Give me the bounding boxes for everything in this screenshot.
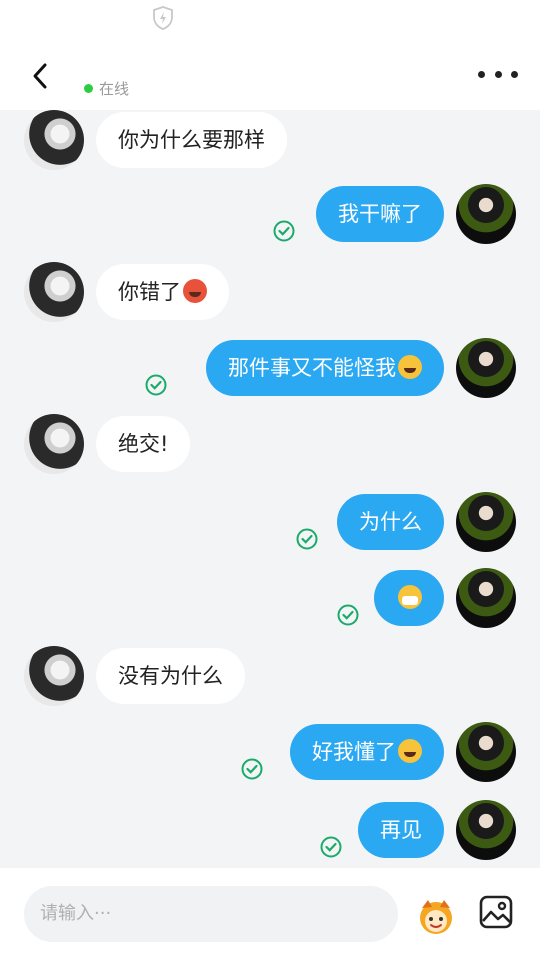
- online-status: 在线: [84, 78, 129, 98]
- my-avatar[interactable]: [456, 568, 516, 628]
- input-bar: 请输入···: [0, 868, 540, 960]
- contact-avatar[interactable]: [24, 110, 84, 170]
- image-icon[interactable]: [478, 894, 514, 930]
- message-text: 绝交!: [118, 432, 169, 456]
- read-check-icon: [145, 374, 167, 396]
- shield-bolt-icon: [153, 6, 173, 30]
- more-options-button[interactable]: [478, 62, 518, 86]
- message-bubble[interactable]: 你为什么要那样: [96, 112, 287, 168]
- message-text: 为什么: [359, 510, 422, 534]
- read-check-icon: [337, 604, 359, 626]
- message-row-incoming: 你为什么要那样: [0, 110, 540, 170]
- read-check-icon: [320, 836, 342, 858]
- my-avatar[interactable]: [456, 492, 516, 552]
- message-row-outgoing: 我干嘛了: [0, 184, 540, 244]
- my-avatar[interactable]: [456, 800, 516, 860]
- sticker-face-icon[interactable]: [414, 894, 458, 938]
- message-row-incoming: 绝交!: [0, 414, 540, 474]
- message-row-outgoing: 再见: [0, 800, 540, 860]
- message-text: 那件事又不能怪我: [228, 356, 396, 380]
- contact-avatar[interactable]: [24, 262, 84, 322]
- message-bubble[interactable]: 再见: [358, 802, 444, 858]
- my-avatar[interactable]: [456, 722, 516, 782]
- contact-avatar[interactable]: [24, 646, 84, 706]
- crying-face-emoji: [398, 739, 422, 763]
- read-check-icon: [296, 528, 318, 550]
- message-bubble[interactable]: 没有为什么: [96, 648, 245, 704]
- message-text: 你为什么要那样: [118, 128, 265, 152]
- message-text: 没有为什么: [118, 664, 223, 688]
- contact-avatar[interactable]: [24, 414, 84, 474]
- message-row-incoming: 没有为什么: [0, 646, 540, 706]
- message-row-incoming: 你错了: [0, 262, 540, 322]
- laughing-tears-emoji: [398, 355, 422, 379]
- more-dot: [511, 70, 518, 78]
- chevron-left-icon: [33, 63, 47, 89]
- message-bubble[interactable]: 好我懂了: [290, 724, 444, 780]
- message-row-outgoing: 好我懂了: [0, 722, 540, 782]
- message-text: 你错了: [118, 280, 181, 304]
- online-dot: [84, 83, 93, 93]
- back-button[interactable]: [22, 58, 58, 94]
- message-bubble[interactable]: 为什么: [337, 494, 444, 550]
- message-row-outgoing: [0, 568, 540, 628]
- message-bubble[interactable]: 我干嘛了: [316, 186, 444, 242]
- message-text: 再见: [380, 818, 422, 842]
- angry-face-emoji: [183, 279, 207, 303]
- my-avatar[interactable]: [456, 184, 516, 244]
- mask-face-emoji: [398, 585, 422, 609]
- read-check-icon: [241, 758, 263, 780]
- message-bubble[interactable]: 那件事又不能怪我: [206, 340, 444, 396]
- online-text: 在线: [99, 79, 130, 98]
- message-bubble[interactable]: [374, 570, 444, 626]
- message-text: 好我懂了: [312, 740, 396, 764]
- message-row-outgoing: 为什么: [0, 492, 540, 552]
- more-dot: [494, 70, 502, 78]
- message-row-outgoing: 那件事又不能怪我: [0, 338, 540, 398]
- message-list[interactable]: 你为什么要那样 我干嘛了 你错了 那件事又不能怪我 绝交! 为什么 没有为什么 …: [0, 110, 540, 868]
- message-text: 我干嘛了: [338, 202, 422, 226]
- status-bar: [0, 0, 540, 40]
- more-dot: [478, 70, 485, 78]
- chat-header: 在线: [0, 40, 540, 110]
- read-check-icon: [273, 220, 295, 242]
- message-bubble[interactable]: 绝交!: [96, 416, 191, 472]
- message-input[interactable]: 请输入···: [24, 886, 398, 942]
- message-bubble[interactable]: 你错了: [96, 264, 229, 320]
- my-avatar[interactable]: [456, 338, 516, 398]
